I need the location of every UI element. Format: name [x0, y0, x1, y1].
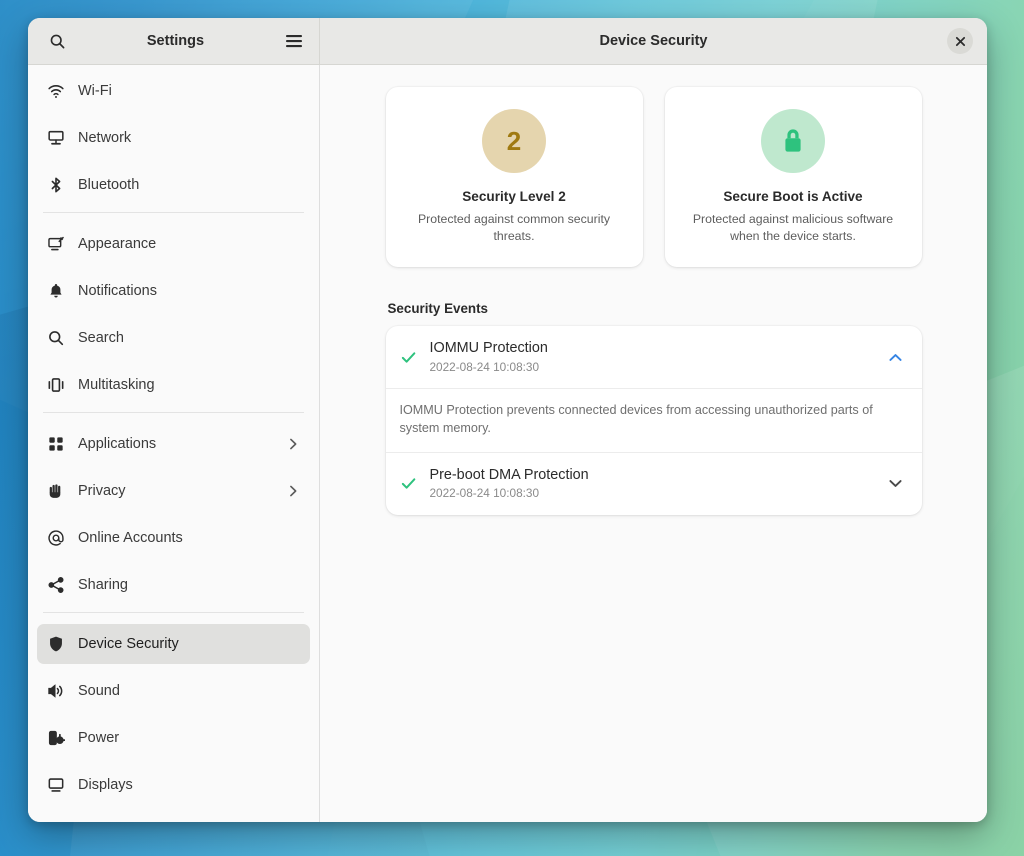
sidebar-item-label: Multitasking [78, 377, 155, 393]
sidebar-separator [43, 612, 304, 613]
sidebar-item-appearance[interactable]: Appearance [37, 224, 310, 264]
status-cards-row: 2 Security Level 2 Protected against commo… [385, 87, 922, 267]
sidebar-item-label: Online Accounts [78, 530, 183, 546]
hand-icon [47, 482, 65, 500]
security-event-timestamp: 2022-08-24 10:08:30 [429, 359, 540, 374]
display-icon [47, 776, 65, 794]
secure-boot-badge [761, 109, 825, 173]
status-card-description: Protected against malicious software whe… [692, 212, 894, 243]
sidebar-item-label: Network [78, 130, 132, 146]
sidebar-separator [43, 212, 304, 213]
settings-sidebar: Wi-Fi Network Bluetooth Appearance Notificat… [28, 65, 320, 822]
close-icon [955, 36, 965, 46]
sidebar-item-wi-fi[interactable]: Wi-Fi [37, 71, 310, 111]
power-plug-icon [47, 729, 65, 747]
sidebar-item-power[interactable]: Power [37, 718, 310, 758]
sidebar-item-label: Displays [78, 777, 133, 793]
sidebar-item-network[interactable]: Network [37, 118, 310, 158]
main-menu-button[interactable] [279, 26, 309, 56]
window-headerbar: Settings Device Security [28, 18, 987, 65]
sidebar-item-bluetooth[interactable]: Bluetooth [37, 165, 310, 205]
security-event-detail: IOMMU Protection prevents connected devi… [385, 388, 922, 453]
appearance-icon [47, 235, 65, 253]
security-event-row[interactable]: IOMMU Protection 2022-08-24 10:08:30 [386, 326, 922, 388]
lock-icon [778, 126, 808, 156]
app-title: Settings [146, 33, 205, 49]
sidebar-item-label: Bluetooth [78, 177, 140, 193]
bluetooth-icon [47, 176, 65, 194]
sidebar-item-label: Wi-Fi [78, 83, 112, 99]
sidebar-item-label: Device Security [78, 636, 179, 652]
hamburger-menu-icon [286, 35, 302, 48]
sidebar-item-label: Sharing [78, 577, 128, 593]
sidebar-item-label: Privacy [78, 483, 126, 499]
sidebar-item-displays[interactable]: Displays [37, 765, 310, 805]
security-event-timestamp: 2022-08-24 10:08:30 [429, 486, 540, 501]
wifi-icon [47, 82, 65, 100]
sidebar-item-multitasking[interactable]: Multitasking [37, 365, 310, 405]
sidebar-item-label: Appearance [78, 236, 157, 252]
sidebar-item-label: Notifications [78, 283, 157, 299]
share-icon [47, 576, 65, 594]
security-event-row[interactable]: Pre-boot DMA Protection 2022-08-24 10:08:… [386, 453, 922, 515]
device-security-page: 2 Security Level 2 Protected against commo… [320, 65, 987, 822]
security-event-texts: Pre-boot DMA Protection 2022-08-24 10:08:… [430, 466, 874, 502]
status-card-title: Secure Boot is Active [723, 189, 863, 204]
desktop-background: Settings Device Security Wi-Fi Network B… [0, 0, 1024, 856]
sidebar-item-label: Applications [78, 436, 157, 452]
check-icon [400, 348, 418, 366]
sidebar-item-sharing[interactable]: Sharing [37, 565, 310, 605]
close-window-button[interactable] [947, 28, 973, 54]
sidebar-item-label: Power [78, 730, 120, 746]
security-level-badge: 2 [482, 109, 546, 173]
security-events-heading: Security Events [387, 301, 488, 316]
shield-icon [47, 635, 65, 653]
search-icon [50, 34, 64, 48]
chevron-up-icon[interactable] [886, 347, 906, 367]
security-event-name: IOMMU Protection [429, 340, 548, 356]
sidebar-separator [43, 412, 304, 413]
page-title: Device Security [599, 33, 708, 49]
status-card: Secure Boot is Active Protected against m… [664, 87, 922, 267]
status-card: 2 Security Level 2 Protected against commo… [385, 87, 643, 267]
at-sign-icon [47, 529, 65, 547]
bell-icon [47, 282, 65, 300]
status-card-title: Security Level 2 [462, 189, 566, 204]
speaker-icon [47, 682, 65, 700]
security-event-texts: IOMMU Protection 2022-08-24 10:08:30 [430, 339, 874, 375]
sidebar-item-notifications[interactable]: Notifications [37, 271, 310, 311]
security-event-name: Pre-boot DMA Protection [429, 466, 589, 483]
sidebar-item-label: Search [78, 330, 124, 346]
sidebar-item-sound[interactable]: Sound [37, 671, 310, 711]
sidebar-headerbar: Settings [28, 18, 320, 64]
status-card-description: Protected against common security threat… [417, 212, 611, 243]
chevron-right-icon [286, 484, 300, 498]
security-level-value: 2 [506, 126, 522, 156]
chevron-down-icon[interactable] [886, 474, 906, 494]
network-icon [47, 129, 65, 147]
security-events-list: IOMMU Protection 2022-08-24 10:08:30 IOMMU… [385, 326, 922, 515]
grid-icon [47, 435, 65, 453]
multitasking-icon [47, 376, 65, 394]
check-icon [400, 475, 418, 493]
sidebar-item-search[interactable]: Search [37, 318, 310, 358]
sidebar-item-online-accounts[interactable]: Online Accounts [37, 518, 310, 558]
search-icon [47, 329, 65, 347]
sidebar-item-privacy[interactable]: Privacy [37, 471, 310, 511]
sidebar-item-device-security[interactable]: Device Security [37, 624, 310, 664]
settings-window: Settings Device Security Wi-Fi Network B… [28, 18, 987, 822]
content-headerbar: Device Security [320, 18, 987, 64]
sidebar-item-label: Sound [78, 683, 120, 699]
search-button[interactable] [42, 26, 72, 56]
chevron-right-icon [286, 437, 300, 451]
sidebar-item-applications[interactable]: Applications [37, 424, 310, 464]
